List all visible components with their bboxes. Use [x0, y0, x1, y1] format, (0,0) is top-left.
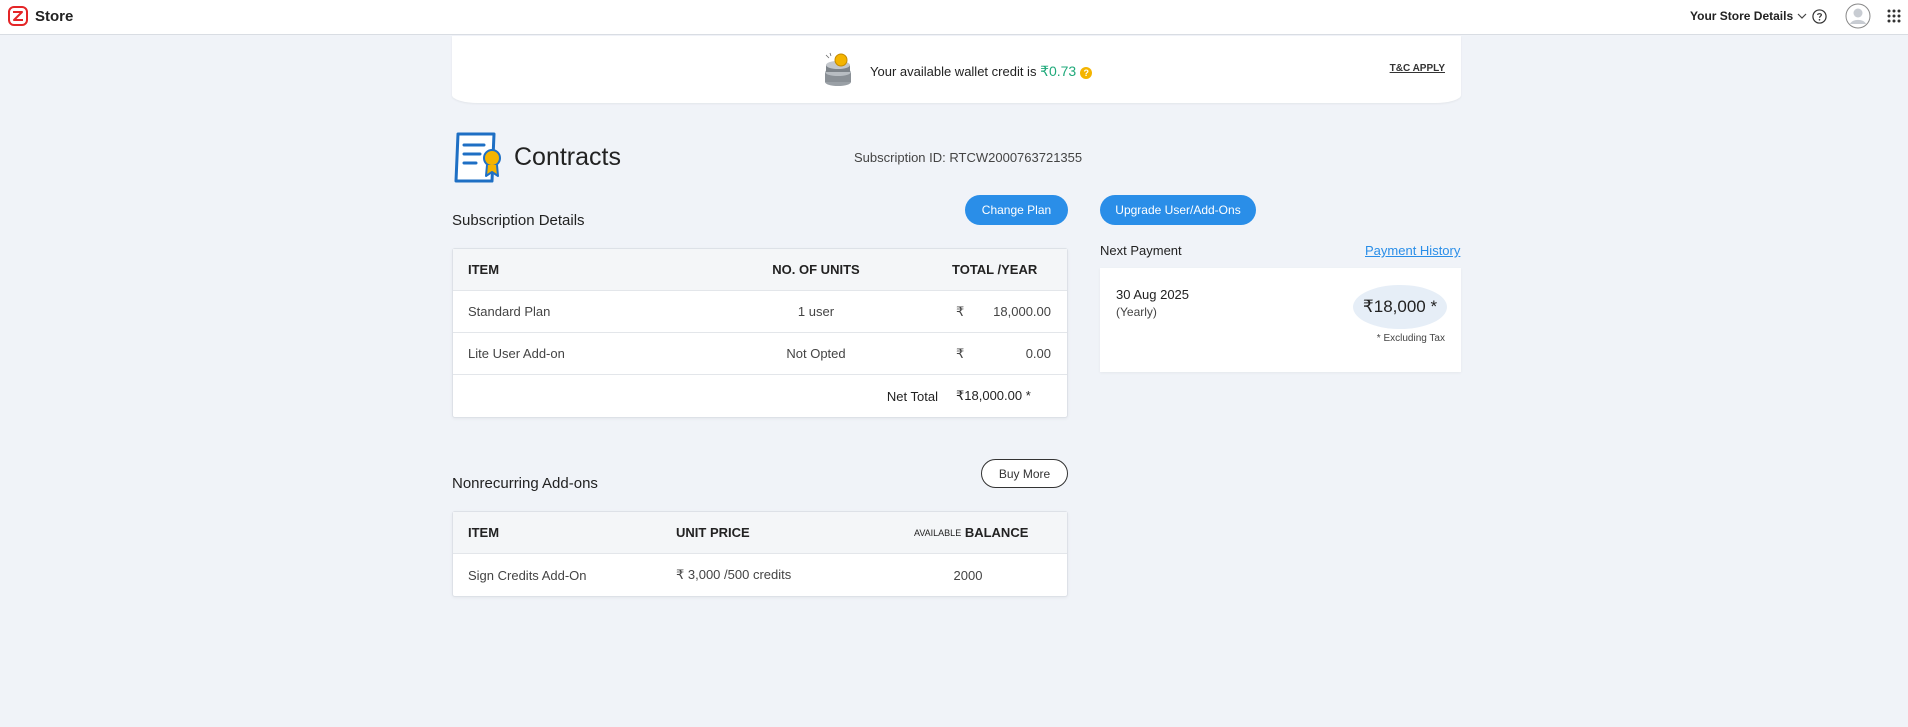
header-balance-label: BALANCE	[964, 525, 1029, 540]
next-payment-period: (Yearly)	[1116, 305, 1157, 319]
brand[interactable]: Store	[8, 6, 73, 26]
row-item: Standard Plan	[468, 304, 551, 319]
next-payment-label: Next Payment	[1100, 243, 1182, 258]
apps-grid-icon[interactable]	[1887, 9, 1901, 23]
tc-apply-link[interactable]: T&C APPLY	[1390, 63, 1445, 74]
wallet-credit-label: Your available wallet credit is	[870, 64, 1041, 79]
header-balance: AVAILABLE BALANCE	[914, 512, 1028, 553]
row-total: 18,000.00	[993, 304, 1051, 319]
chevron-down-icon	[1797, 13, 1807, 19]
table-header-row: ITEM NO. OF UNITS TOTAL /YEAR	[453, 249, 1067, 291]
header-item: ITEM	[468, 262, 500, 277]
header-total: TOTAL /YEAR	[952, 262, 1038, 277]
contracts-icon	[454, 132, 501, 183]
row-units: 1 user	[797, 304, 835, 319]
nonrecurring-addons-title: Nonrecurring Add-ons	[452, 475, 598, 492]
table-row: Lite User Add-on Not Opted ₹ 0.00	[453, 333, 1067, 375]
net-total-value: ₹18,000.00 *	[956, 388, 1031, 403]
app-name: Store	[35, 7, 74, 25]
payment-history-link[interactable]: Payment History	[1365, 243, 1460, 258]
header-unit-price: UNIT PRICE	[676, 525, 750, 540]
change-plan-button[interactable]: Change Plan	[965, 195, 1068, 225]
store-details-dropdown[interactable]: Your Store Details	[1690, 9, 1807, 23]
subscription-details-title: Subscription Details	[452, 212, 585, 229]
page-title: Contracts	[514, 143, 621, 171]
next-payment-date: 30 Aug 2025	[1116, 287, 1190, 302]
upgrade-addons-button[interactable]: Upgrade User/Add-Ons	[1100, 195, 1256, 225]
wallet-credit-text: Your available wallet credit is ₹0.73?	[870, 63, 1093, 80]
nonrecurring-table: ITEM UNIT PRICE AVAILABLE BALANCE Sign C…	[452, 511, 1068, 597]
table-row: Standard Plan 1 user ₹ 18,000.00	[453, 291, 1067, 333]
next-payment-card: 30 Aug 2025 (Yearly) ₹18,000 * * Excludi…	[1100, 268, 1461, 372]
table-header-row: ITEM UNIT PRICE AVAILABLE BALANCE	[453, 512, 1067, 554]
row-currency: ₹	[956, 345, 965, 361]
info-icon[interactable]: ?	[1080, 66, 1093, 79]
wallet-credit-amount: ₹0.73	[1040, 63, 1077, 79]
header-item: ITEM	[468, 525, 500, 540]
row-currency: ₹	[956, 303, 965, 319]
subscription-table: ITEM NO. OF UNITS TOTAL /YEAR Standard P…	[452, 248, 1068, 418]
coins-icon	[825, 52, 851, 86]
wallet-banner: Your available wallet credit is ₹0.73? T…	[452, 36, 1461, 103]
next-payment-amount: ₹18,000 *	[1353, 285, 1447, 329]
header-balance-prefix: AVAILABLE	[914, 527, 962, 538]
net-total-label: Net Total	[886, 388, 938, 404]
row-total: 0.00	[1025, 346, 1051, 361]
row-item: Lite User Add-on	[468, 346, 565, 361]
row-item: Sign Credits Add-On	[468, 567, 587, 583]
top-bar: Store Your Store Details	[0, 0, 1908, 35]
header-units: NO. OF UNITS	[772, 262, 860, 277]
net-total-row: Net Total ₹18,000.00 *	[453, 375, 1067, 417]
tax-note: * Excluding Tax	[1376, 333, 1445, 344]
help-icon[interactable]	[1812, 9, 1827, 24]
row-unit-price: ₹ 3,000 /500 credits	[676, 567, 792, 582]
store-logo-icon	[8, 6, 28, 26]
row-balance: 2000	[953, 567, 983, 583]
table-row: Sign Credits Add-On ₹ 3,000 /500 credits…	[453, 554, 1067, 596]
row-units: Not Opted	[786, 346, 846, 361]
subscription-id: Subscription ID: RTCW2000763721355	[854, 150, 1083, 165]
avatar[interactable]	[1845, 3, 1871, 29]
buy-more-button[interactable]: Buy More	[981, 459, 1068, 488]
store-details-label: Your Store Details	[1690, 9, 1794, 23]
